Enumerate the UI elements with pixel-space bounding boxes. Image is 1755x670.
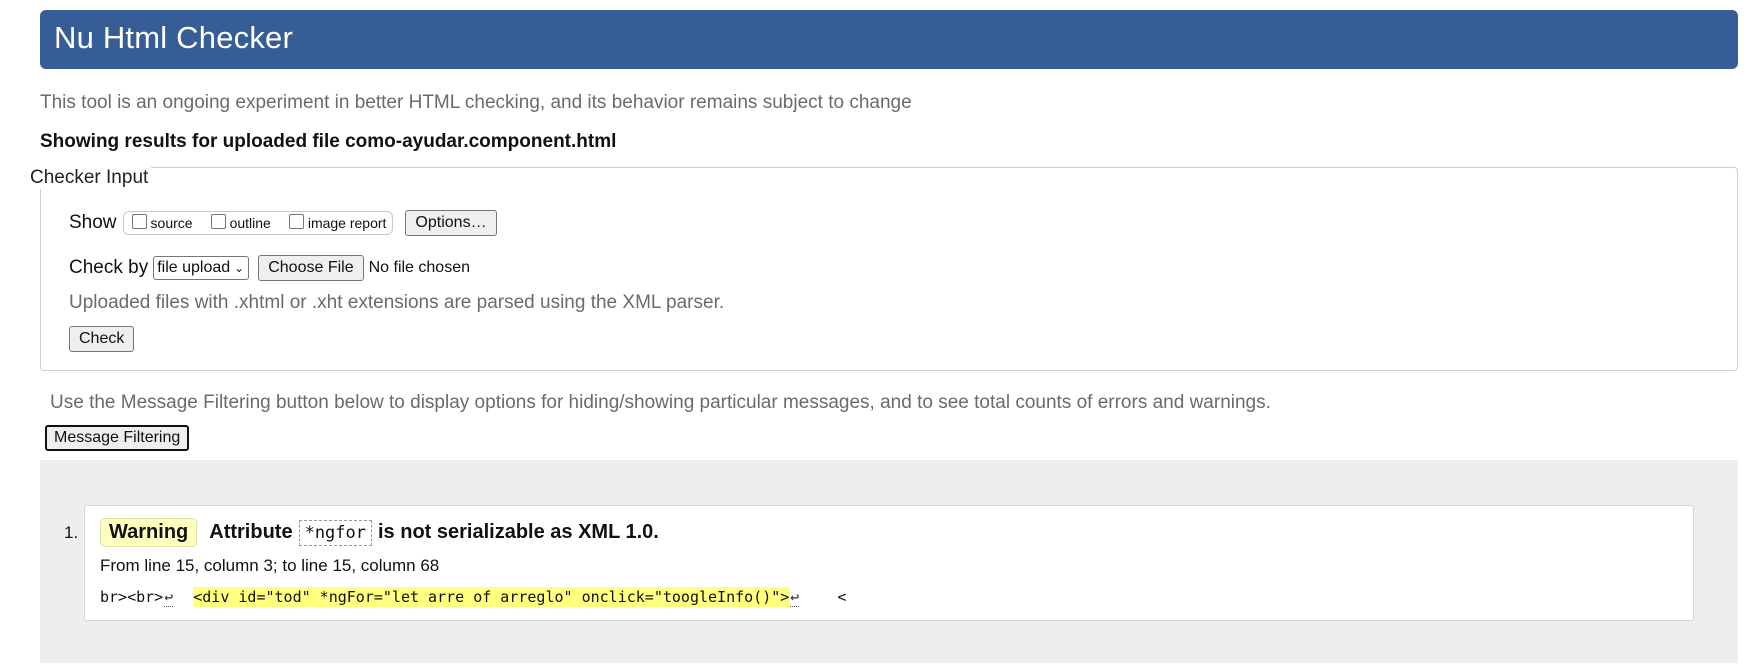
choose-file-button[interactable]: Choose File <box>258 255 364 281</box>
extract-before: br><br> <box>100 588 164 606</box>
message-heading: Warning Attribute *ngfor is not serializ… <box>100 518 659 547</box>
extract-highlight: <div id="tod" *ngFor="let arre of arregl… <box>193 587 790 607</box>
return-icon-after: ↩ <box>790 587 800 607</box>
source-label: source <box>150 215 193 231</box>
message-filtering-button[interactable]: Message Filtering <box>45 425 190 451</box>
outline-label: outline <box>229 215 271 231</box>
check-by-selected: file upload <box>157 259 231 276</box>
message-extract: br><br> ↩ <div id="tod" *ngFor="let arre o… <box>100 587 846 607</box>
message-text-before: Attribute <box>209 521 293 543</box>
image-report-label: image report <box>307 215 387 231</box>
check-by-row: Check by file upload ⌄ Choose File No fi… <box>69 254 470 282</box>
show-source-option[interactable]: source <box>128 213 193 231</box>
header-bar: Nu Html Checker <box>40 10 1738 69</box>
show-label: Show <box>69 212 117 233</box>
message-text-after: is not serializable as XML 1.0. <box>378 521 659 543</box>
return-icon: ↩ <box>164 587 174 607</box>
attribute-code: *ngfor <box>298 519 372 546</box>
file-status: No file chosen <box>368 259 470 276</box>
message-location: From line 15, column 3; to line 15, colu… <box>100 556 440 575</box>
show-outline-option[interactable]: outline <box>207 213 271 231</box>
filtering-description: Use the Message Filtering button below t… <box>50 392 1271 413</box>
message-number: 1. <box>64 523 79 542</box>
page: Nu Html Checker This tool is an ongoing … <box>0 0 1755 670</box>
check-by-select[interactable]: file upload ⌄ <box>153 256 250 280</box>
warning-badge: Warning <box>100 518 198 547</box>
outline-checkbox[interactable] <box>210 213 226 229</box>
show-options-group: source outline image report <box>122 211 394 235</box>
parser-note: Uploaded files with .xhtml or .xht exten… <box>69 292 725 313</box>
check-by-label: Check by <box>69 257 149 278</box>
options-button[interactable]: Options… <box>405 210 497 236</box>
message-item: Warning Attribute *ngfor is not serializ… <box>84 505 1694 621</box>
page-title: Nu Html Checker <box>54 20 293 55</box>
chevron-down-icon: ⌄ <box>234 261 245 275</box>
show-image-report-option[interactable]: image report <box>285 213 387 231</box>
show-row: Show source outline image report Options… <box>69 209 497 237</box>
check-button[interactable]: Check <box>69 326 135 352</box>
tagline: This tool is an ongoing experiment in be… <box>40 92 912 113</box>
source-checkbox[interactable] <box>131 213 147 229</box>
checker-input-legend: Checker Input <box>27 167 152 189</box>
image-report-checkbox[interactable] <box>288 213 304 229</box>
results-heading: Showing results for uploaded file como-a… <box>40 131 617 152</box>
extract-tail: < <box>837 588 847 606</box>
